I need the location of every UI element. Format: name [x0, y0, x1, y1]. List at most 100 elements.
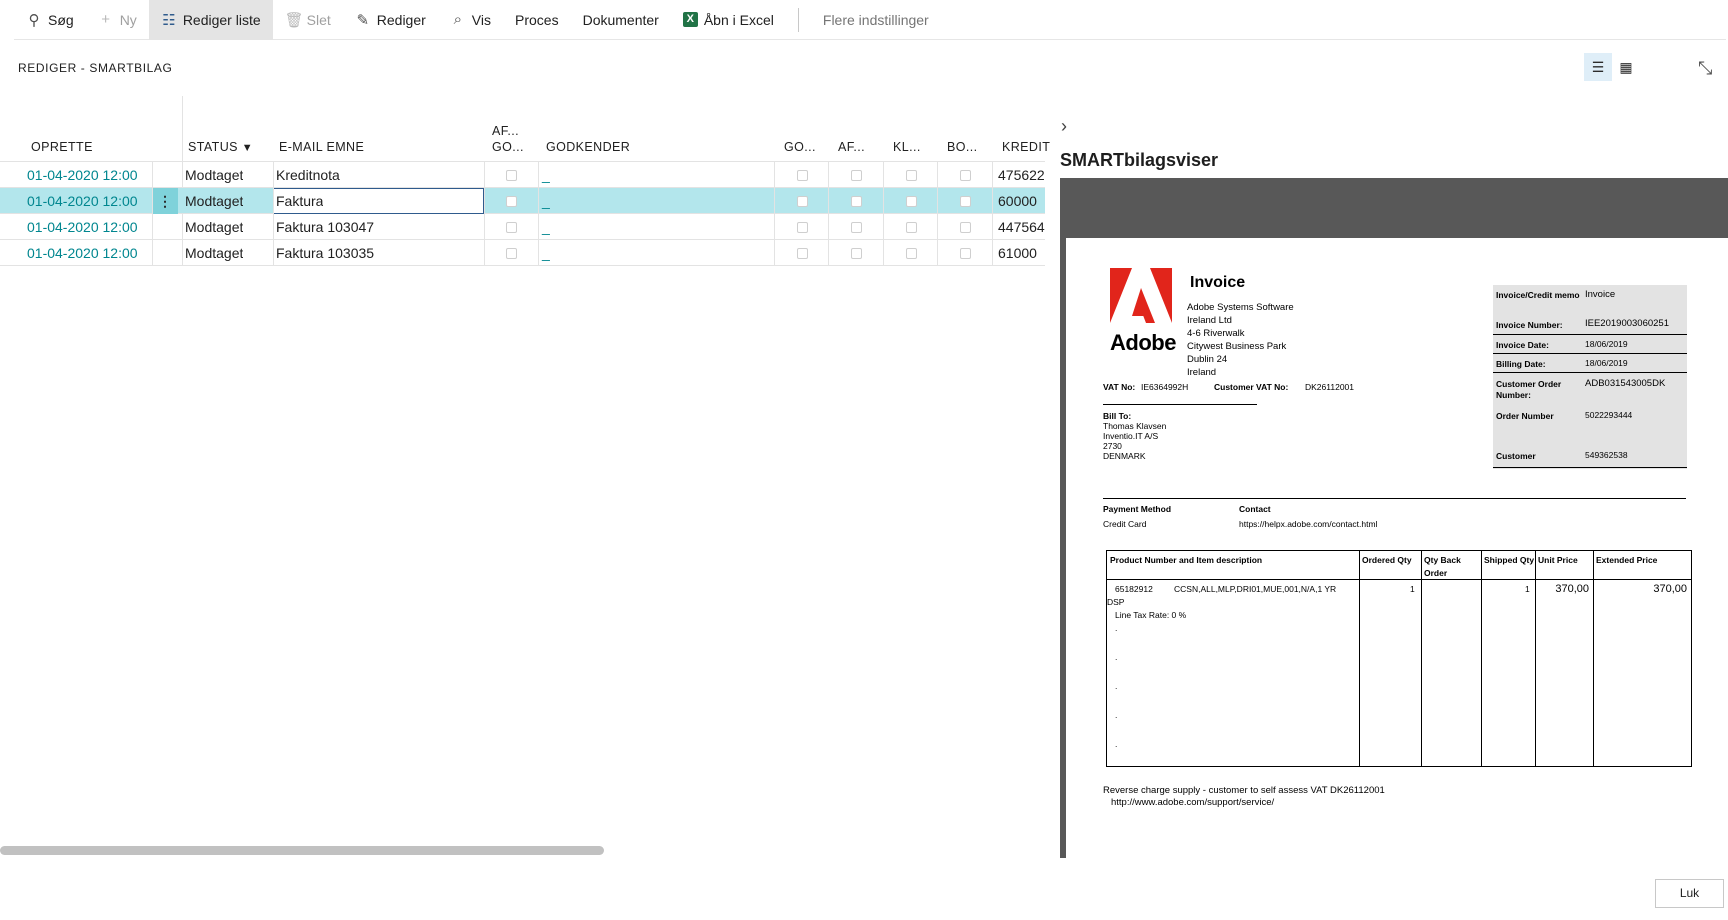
subject-cell[interactable]: Faktura: [276, 188, 323, 214]
column-header-af-go-line2[interactable]: GO...: [492, 140, 524, 154]
collapse-icon[interactable]: ⤡: [1698, 58, 1712, 79]
checkbox[interactable]: [797, 196, 808, 207]
created-cell[interactable]: 01-04-2020 12:00: [27, 214, 138, 240]
approver-cell[interactable]: _: [542, 240, 550, 266]
checkbox[interactable]: [797, 170, 808, 181]
blank-line: .: [1115, 652, 1118, 662]
checkbox[interactable]: [506, 196, 517, 207]
checkbox[interactable]: [906, 170, 917, 181]
checkbox[interactable]: [960, 248, 971, 259]
created-cell[interactable]: 01-04-2020 12:00: [27, 188, 138, 214]
info-label: Invoice/Credit memo: [1496, 290, 1580, 300]
checkbox[interactable]: [960, 196, 971, 207]
subject-cell[interactable]: Faktura 103047: [276, 214, 374, 240]
column-header-created[interactable]: OPRETTE: [31, 140, 93, 154]
search-button[interactable]: ⚲ Søg: [14, 0, 86, 40]
vendor-line: Dublin 24: [1187, 354, 1228, 365]
list-view-icon[interactable]: ☰: [1584, 53, 1612, 81]
table-row[interactable]: 01-04-2020 12:00 Modtaget Kreditnota _ 4…: [0, 162, 1045, 188]
vat-value: IE6364992H: [1141, 382, 1189, 392]
column-header-bo[interactable]: BO...: [947, 140, 977, 154]
row-menu-icon[interactable]: ⋮: [152, 188, 178, 214]
approver-cell[interactable]: _: [542, 188, 550, 214]
column-divider: [538, 162, 539, 266]
checkbox[interactable]: [506, 248, 517, 259]
column-divider: [152, 162, 153, 266]
chevron-right-icon[interactable]: ›: [1061, 116, 1067, 137]
info-label: Invoice Date:: [1496, 340, 1549, 350]
column-header-af-go-line1[interactable]: AF...: [492, 124, 519, 138]
table-header: Extended Price: [1596, 555, 1658, 565]
checkbox[interactable]: [906, 196, 917, 207]
column-header-status[interactable]: STATUS ▼: [188, 140, 253, 154]
item-number: 65182912: [1115, 584, 1153, 594]
table-header: Ordered Qty: [1362, 555, 1412, 565]
horizontal-scrollbar[interactable]: [0, 846, 604, 855]
payment-method-value: Credit Card: [1103, 519, 1147, 529]
info-value: IEE2019003060251: [1585, 318, 1669, 329]
invoice-info-box: [1493, 285, 1687, 469]
checkbox[interactable]: [960, 222, 971, 233]
contact-value: https://helpx.adobe.com/contact.html: [1239, 519, 1378, 529]
table-row-selected[interactable]: 01-04-2020 12:00 ⋮ Modtaget Faktura _ 60…: [0, 188, 1045, 214]
bill-to-label: Bill To:: [1103, 411, 1132, 421]
vat-label: VAT No:: [1103, 382, 1136, 392]
credit-cell: 61000: [998, 245, 1037, 261]
open-in-excel-button[interactable]: X Åbn i Excel: [671, 0, 786, 40]
checkbox[interactable]: [797, 222, 808, 233]
info-value: 18/06/2019: [1585, 339, 1628, 349]
checkbox[interactable]: [960, 170, 971, 181]
view-document-icon: ⌕: [453, 11, 462, 28]
table-divider: [1535, 551, 1536, 766]
close-button[interactable]: Luk: [1655, 879, 1724, 908]
created-cell[interactable]: 01-04-2020 12:00: [27, 162, 138, 188]
new-button[interactable]: + Ny: [86, 0, 149, 40]
process-menu[interactable]: Proces: [503, 0, 571, 40]
checkbox[interactable]: [797, 248, 808, 259]
edit-list-icon: ☷: [162, 11, 176, 29]
column-header-kl[interactable]: KL...: [893, 140, 921, 154]
column-header-af[interactable]: AF...: [838, 140, 865, 154]
edit-list-button[interactable]: ☷ Rediger liste: [148, 0, 273, 40]
documents-menu[interactable]: Dokumenter: [571, 0, 671, 40]
column-header-email-subject[interactable]: E-MAIL EMNE: [279, 140, 364, 154]
document-viewer[interactable]: Adobe Invoice Adobe Systems Software Ire…: [1060, 178, 1728, 858]
credit-cell: 4756221: [998, 167, 1045, 183]
table-header: Shipped Qty: [1484, 555, 1535, 565]
divider: [1103, 498, 1686, 499]
divider: [1493, 334, 1687, 335]
subject-cell[interactable]: Faktura 103035: [276, 240, 374, 266]
column-header-approver[interactable]: GODKENDER: [546, 140, 630, 154]
credit-cell: 60000: [998, 193, 1037, 209]
more-settings-button[interactable]: Flere indstillinger: [811, 0, 941, 40]
table-header: Qty Back: [1424, 555, 1461, 565]
tile-view-icon[interactable]: ▦: [1612, 53, 1640, 81]
column-header-go[interactable]: GO...: [784, 140, 816, 154]
subject-cell[interactable]: Kreditnota: [276, 162, 340, 188]
trash-icon: 🗑: [284, 11, 304, 29]
search-icon: ⚲: [28, 11, 40, 29]
column-header-credit[interactable]: KREDIT: [1002, 140, 1050, 154]
approver-cell[interactable]: _: [542, 214, 550, 240]
info-value: Invoice: [1585, 289, 1616, 300]
table-row[interactable]: 01-04-2020 12:00 Modtaget Faktura 103047…: [0, 214, 1045, 240]
checkbox[interactable]: [906, 248, 917, 259]
created-cell[interactable]: 01-04-2020 12:00: [27, 240, 138, 266]
table-row[interactable]: 01-04-2020 12:00 Modtaget Faktura 103035…: [0, 240, 1045, 266]
checkbox[interactable]: [506, 222, 517, 233]
divider: [1493, 372, 1687, 373]
delete-button[interactable]: 🗑 Slet: [273, 0, 343, 40]
approver-cell[interactable]: _: [542, 162, 550, 188]
checkbox[interactable]: [506, 170, 517, 181]
logo-wordmark: Adobe: [1110, 330, 1176, 355]
checkbox[interactable]: [851, 222, 862, 233]
checkbox[interactable]: [851, 248, 862, 259]
checkbox[interactable]: [851, 196, 862, 207]
edit-button[interactable]: ✎ Rediger: [343, 0, 438, 40]
view-button[interactable]: ⌕ Vis: [438, 0, 503, 40]
checkbox[interactable]: [851, 170, 862, 181]
support-url: http://www.adobe.com/support/service/: [1111, 797, 1275, 808]
checkbox[interactable]: [906, 222, 917, 233]
table-header: Order: [1424, 568, 1448, 578]
invoice-page: Adobe Invoice Adobe Systems Software Ire…: [1066, 238, 1728, 858]
